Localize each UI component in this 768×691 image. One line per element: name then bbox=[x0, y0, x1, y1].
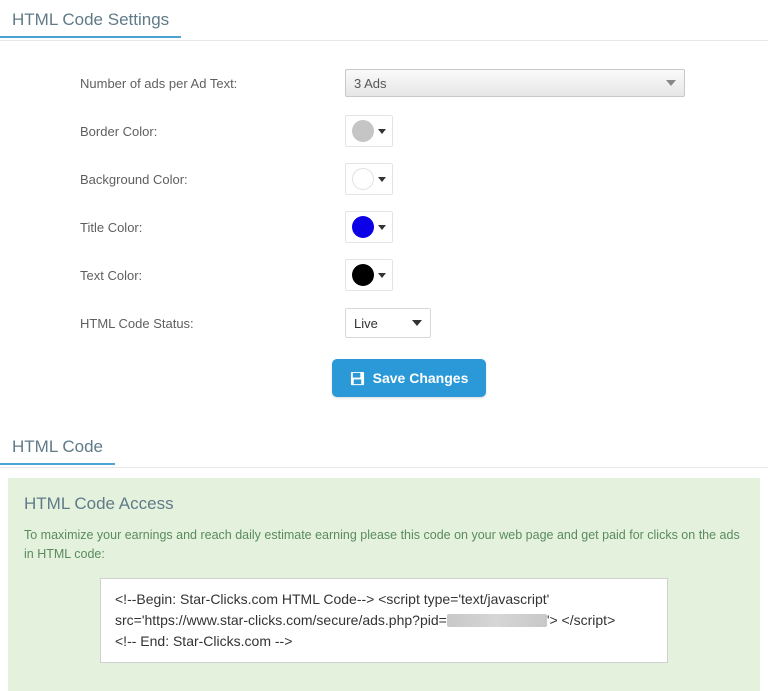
color-swatch bbox=[352, 168, 374, 190]
status-select[interactable]: Live bbox=[345, 308, 431, 338]
color-swatch bbox=[352, 216, 374, 238]
title-color-label: Title Color: bbox=[80, 220, 345, 235]
snippet-line-3: <!-- End: Star-Clicks.com --> bbox=[115, 633, 292, 649]
redacted-pid bbox=[447, 614, 547, 627]
code-access-panel: HTML Code Access To maximize your earnin… bbox=[8, 478, 760, 691]
ads-count-select[interactable]: 3 Ads bbox=[345, 69, 685, 97]
code-snippet[interactable]: <!--Begin: Star-Clicks.com HTML Code--> … bbox=[100, 578, 668, 663]
save-button[interactable]: Save Changes bbox=[332, 359, 487, 397]
save-button-label: Save Changes bbox=[373, 370, 469, 386]
background-color-label: Background Color: bbox=[80, 172, 345, 187]
code-access-description: To maximize your earnings and reach dail… bbox=[24, 526, 744, 564]
settings-title: HTML Code Settings bbox=[0, 0, 181, 38]
color-swatch bbox=[352, 264, 374, 286]
ads-count-value: 3 Ads bbox=[354, 76, 387, 91]
text-color-picker[interactable] bbox=[345, 259, 393, 291]
color-swatch bbox=[352, 120, 374, 142]
title-color-picker[interactable] bbox=[345, 211, 393, 243]
dropdown-caret-icon bbox=[378, 177, 386, 182]
status-label: HTML Code Status: bbox=[80, 316, 345, 331]
code-section-title: HTML Code bbox=[0, 427, 115, 465]
status-value: Live bbox=[354, 316, 378, 331]
text-color-label: Text Color: bbox=[80, 268, 345, 283]
border-color-picker[interactable] bbox=[345, 115, 393, 147]
border-color-label: Border Color: bbox=[80, 124, 345, 139]
background-color-picker[interactable] bbox=[345, 163, 393, 195]
ads-count-label: Number of ads per Ad Text: bbox=[80, 76, 345, 91]
code-access-title: HTML Code Access bbox=[24, 494, 744, 514]
snippet-line-2-prefix: src='https://www.star-clicks.com/secure/… bbox=[115, 612, 447, 628]
dropdown-caret-icon bbox=[378, 129, 386, 134]
dropdown-caret-icon bbox=[378, 225, 386, 230]
save-icon bbox=[350, 371, 365, 386]
snippet-line-2-suffix: '> </script> bbox=[547, 612, 615, 628]
snippet-line-1: <!--Begin: Star-Clicks.com HTML Code--> … bbox=[115, 591, 549, 607]
dropdown-caret-icon bbox=[378, 273, 386, 278]
dropdown-caret-icon bbox=[666, 80, 676, 86]
dropdown-caret-icon bbox=[412, 320, 422, 326]
settings-form: Number of ads per Ad Text: 3 Ads Border … bbox=[0, 51, 768, 427]
